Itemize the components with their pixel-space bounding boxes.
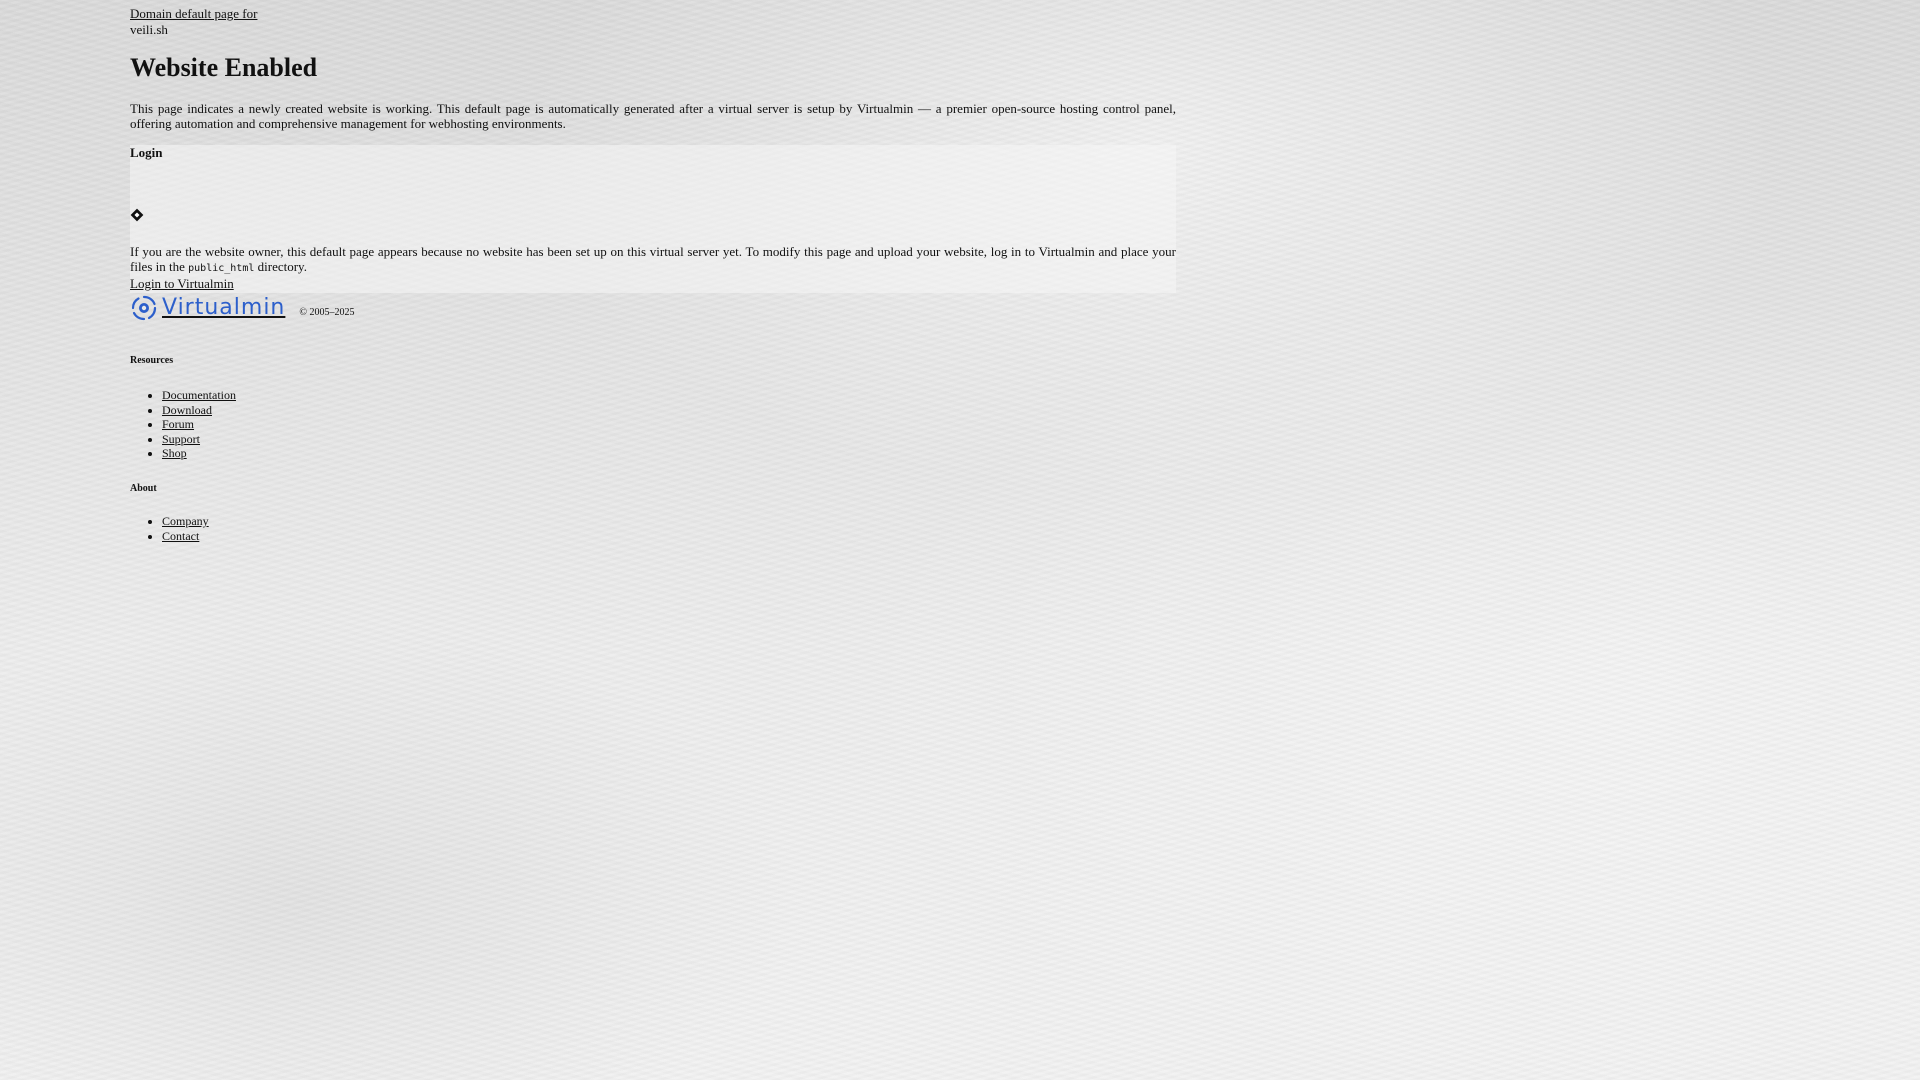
documentation-link[interactable]: Documentation <box>162 388 236 402</box>
shop-link[interactable]: Shop <box>162 446 187 460</box>
download-link[interactable]: Download <box>162 403 212 417</box>
resources-list: Documentation Download Forum Support Sho… <box>130 388 1176 461</box>
about-list: Company Contact <box>130 514 1176 543</box>
virtualmin-logo[interactable]: Virtualmin <box>130 294 285 322</box>
list-item: Download <box>162 403 1176 418</box>
page-content: Domain default page for veili.sh Website… <box>130 6 1176 543</box>
diamond-icon <box>130 208 1176 230</box>
page-title: Website Enabled <box>130 53 318 82</box>
contact-link[interactable]: Contact <box>162 529 199 543</box>
login-heading: Login <box>130 145 163 160</box>
footer-brand-row: Virtualmin © 2005–2025 <box>130 293 1176 323</box>
intro-text: This page indicates a newly created webs… <box>130 101 1176 131</box>
about-heading: About <box>130 482 157 494</box>
login-section: Login If you are the website owner, this… <box>130 145 1176 293</box>
public-html-code: public_html <box>188 263 255 274</box>
resources-heading: Resources <box>130 355 174 366</box>
list-item: Company <box>162 514 1176 529</box>
support-link[interactable]: Support <box>162 432 200 446</box>
copyright: © 2005–2025 <box>299 306 355 318</box>
list-item: Shop <box>162 446 1176 461</box>
list-item: Support <box>162 432 1176 447</box>
company-link[interactable]: Company <box>162 514 209 528</box>
list-item: Forum <box>162 417 1176 432</box>
domain-name: veili.sh <box>130 22 168 37</box>
owner-text: If you are the website owner, this defau… <box>130 244 1176 274</box>
forum-link[interactable]: Forum <box>162 417 194 431</box>
virtualmin-wordmark: Virtualmin <box>162 295 286 320</box>
login-to-virtualmin-link[interactable]: Login to Virtualmin <box>130 276 1176 291</box>
list-item: Contact <box>162 529 1176 544</box>
domain-default-link[interactable]: Domain default page for <box>130 6 257 21</box>
list-item: Documentation <box>162 388 1176 403</box>
virtualmin-logo-icon <box>131 295 157 321</box>
